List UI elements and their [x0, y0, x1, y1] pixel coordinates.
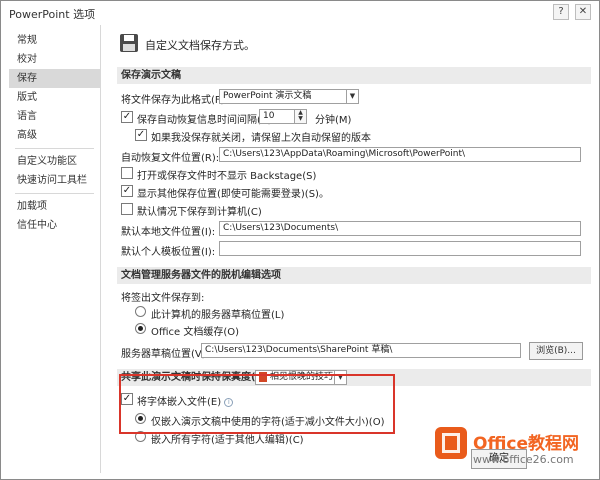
- radio-server-drafts-label: 此计算机的服务器草稿位置(L): [151, 310, 285, 321]
- other-locations-checkbox[interactable]: ✓: [121, 185, 133, 197]
- watermark-logo: Office教程网 www.office26.com: [435, 425, 595, 477]
- watermark-url: www.office26.com: [473, 453, 574, 466]
- sidebar-item-quick-access-toolbar[interactable]: 快速访问工具栏: [9, 171, 100, 190]
- default-computer-checkbox[interactable]: [121, 203, 133, 215]
- autorecover-checkbox[interactable]: ✓: [121, 111, 133, 123]
- radio-selected-dot: [138, 326, 143, 331]
- sidebar-item-save[interactable]: 保存: [9, 69, 100, 88]
- sidebar: 常规 校对 保存 版式 语言 高级 自定义功能区 快速访问工具栏 加载项 信任中…: [9, 25, 101, 473]
- sidebar-item-trust-center[interactable]: 信任中心: [9, 216, 100, 235]
- drafts-path-label: 服务器草稿位置(V):: [121, 349, 210, 360]
- template-path-label: 默认个人模板位置(I):: [121, 247, 216, 258]
- other-locations-label: 显示其他保存位置(即使可能需要登录)(S)。: [137, 189, 329, 200]
- autorecover-minutes-input[interactable]: 10: [259, 109, 295, 124]
- sidebar-item-advanced[interactable]: 高级: [9, 126, 100, 145]
- local-path-input[interactable]: C:\Users\123\Documents\: [219, 221, 581, 236]
- browse-button[interactable]: 浏览(B)...: [529, 342, 583, 360]
- local-path-label: 默认本地文件位置(I):: [121, 227, 216, 238]
- sidebar-item-customize-ribbon[interactable]: 自定义功能区: [9, 152, 100, 171]
- page-header-text: 自定义文档保存方式。: [145, 39, 255, 52]
- section-save-presentations: 保存演示文稿: [117, 67, 591, 84]
- radio-office-cache-label: Office 文档缓存(O): [151, 327, 240, 338]
- office-logo-icon: [435, 427, 467, 459]
- drafts-path-input[interactable]: C:\Users\123\Documents\SharePoint 草稿\: [201, 343, 521, 358]
- minutes-spinner[interactable]: ▲ ▼: [295, 109, 307, 124]
- radio-office-cache[interactable]: [135, 323, 146, 334]
- options-dialog: PowerPoint 选项 ? ✕ 常规 校对 保存 版式 语言 高级 自定义功…: [0, 0, 600, 480]
- watermark-name: Office教程网: [473, 434, 580, 454]
- highlight-box: [119, 374, 395, 434]
- autorecover-label: 保存自动恢复信息时间间隔(A): [137, 115, 272, 126]
- radio-server-drafts[interactable]: [135, 306, 146, 317]
- sidebar-divider: [15, 148, 94, 149]
- autorecover-path-label: 自动恢复文件位置(R):: [121, 153, 220, 164]
- template-path-input[interactable]: [219, 241, 581, 256]
- sidebar-item-layout[interactable]: 版式: [9, 88, 100, 107]
- backstage-label: 打开或保存文件时不显示 Backstage(S): [137, 171, 317, 182]
- checkout-label: 将签出文件保存到:: [121, 293, 205, 304]
- save-disk-icon: [119, 33, 139, 53]
- save-format-label: 将文件保存为此格式(F):: [121, 95, 228, 106]
- default-computer-label: 默认情况下保存到计算机(C): [137, 207, 262, 218]
- save-format-value: PowerPoint 演示文稿: [223, 91, 312, 101]
- autorecover-path-input[interactable]: C:\Users\123\AppData\Roaming\Microsoft\P…: [219, 147, 581, 162]
- help-button[interactable]: ?: [553, 4, 569, 20]
- sidebar-divider: [15, 193, 94, 194]
- window-title: PowerPoint 选项: [9, 8, 96, 21]
- title-bar: PowerPoint 选项 ? ✕: [1, 1, 599, 25]
- keep-last-version-checkbox[interactable]: ✓: [135, 129, 147, 141]
- keep-last-version-label: 如果我没保存就关闭，请保留上次自动保留的版本: [151, 133, 371, 144]
- sidebar-item-general[interactable]: 常规: [9, 31, 100, 50]
- chevron-down-icon: ▼: [346, 90, 358, 103]
- close-button[interactable]: ✕: [575, 4, 591, 20]
- sidebar-item-addins[interactable]: 加载项: [9, 197, 100, 216]
- section-offline-editing: 文档管理服务器文件的脱机编辑选项: [117, 267, 591, 284]
- minutes-label: 分钟(M): [315, 115, 352, 126]
- save-format-dropdown[interactable]: PowerPoint 演示文稿 ▼: [219, 89, 359, 104]
- backstage-checkbox[interactable]: [121, 167, 133, 179]
- sidebar-item-proofing[interactable]: 校对: [9, 50, 100, 69]
- sidebar-item-language[interactable]: 语言: [9, 107, 100, 126]
